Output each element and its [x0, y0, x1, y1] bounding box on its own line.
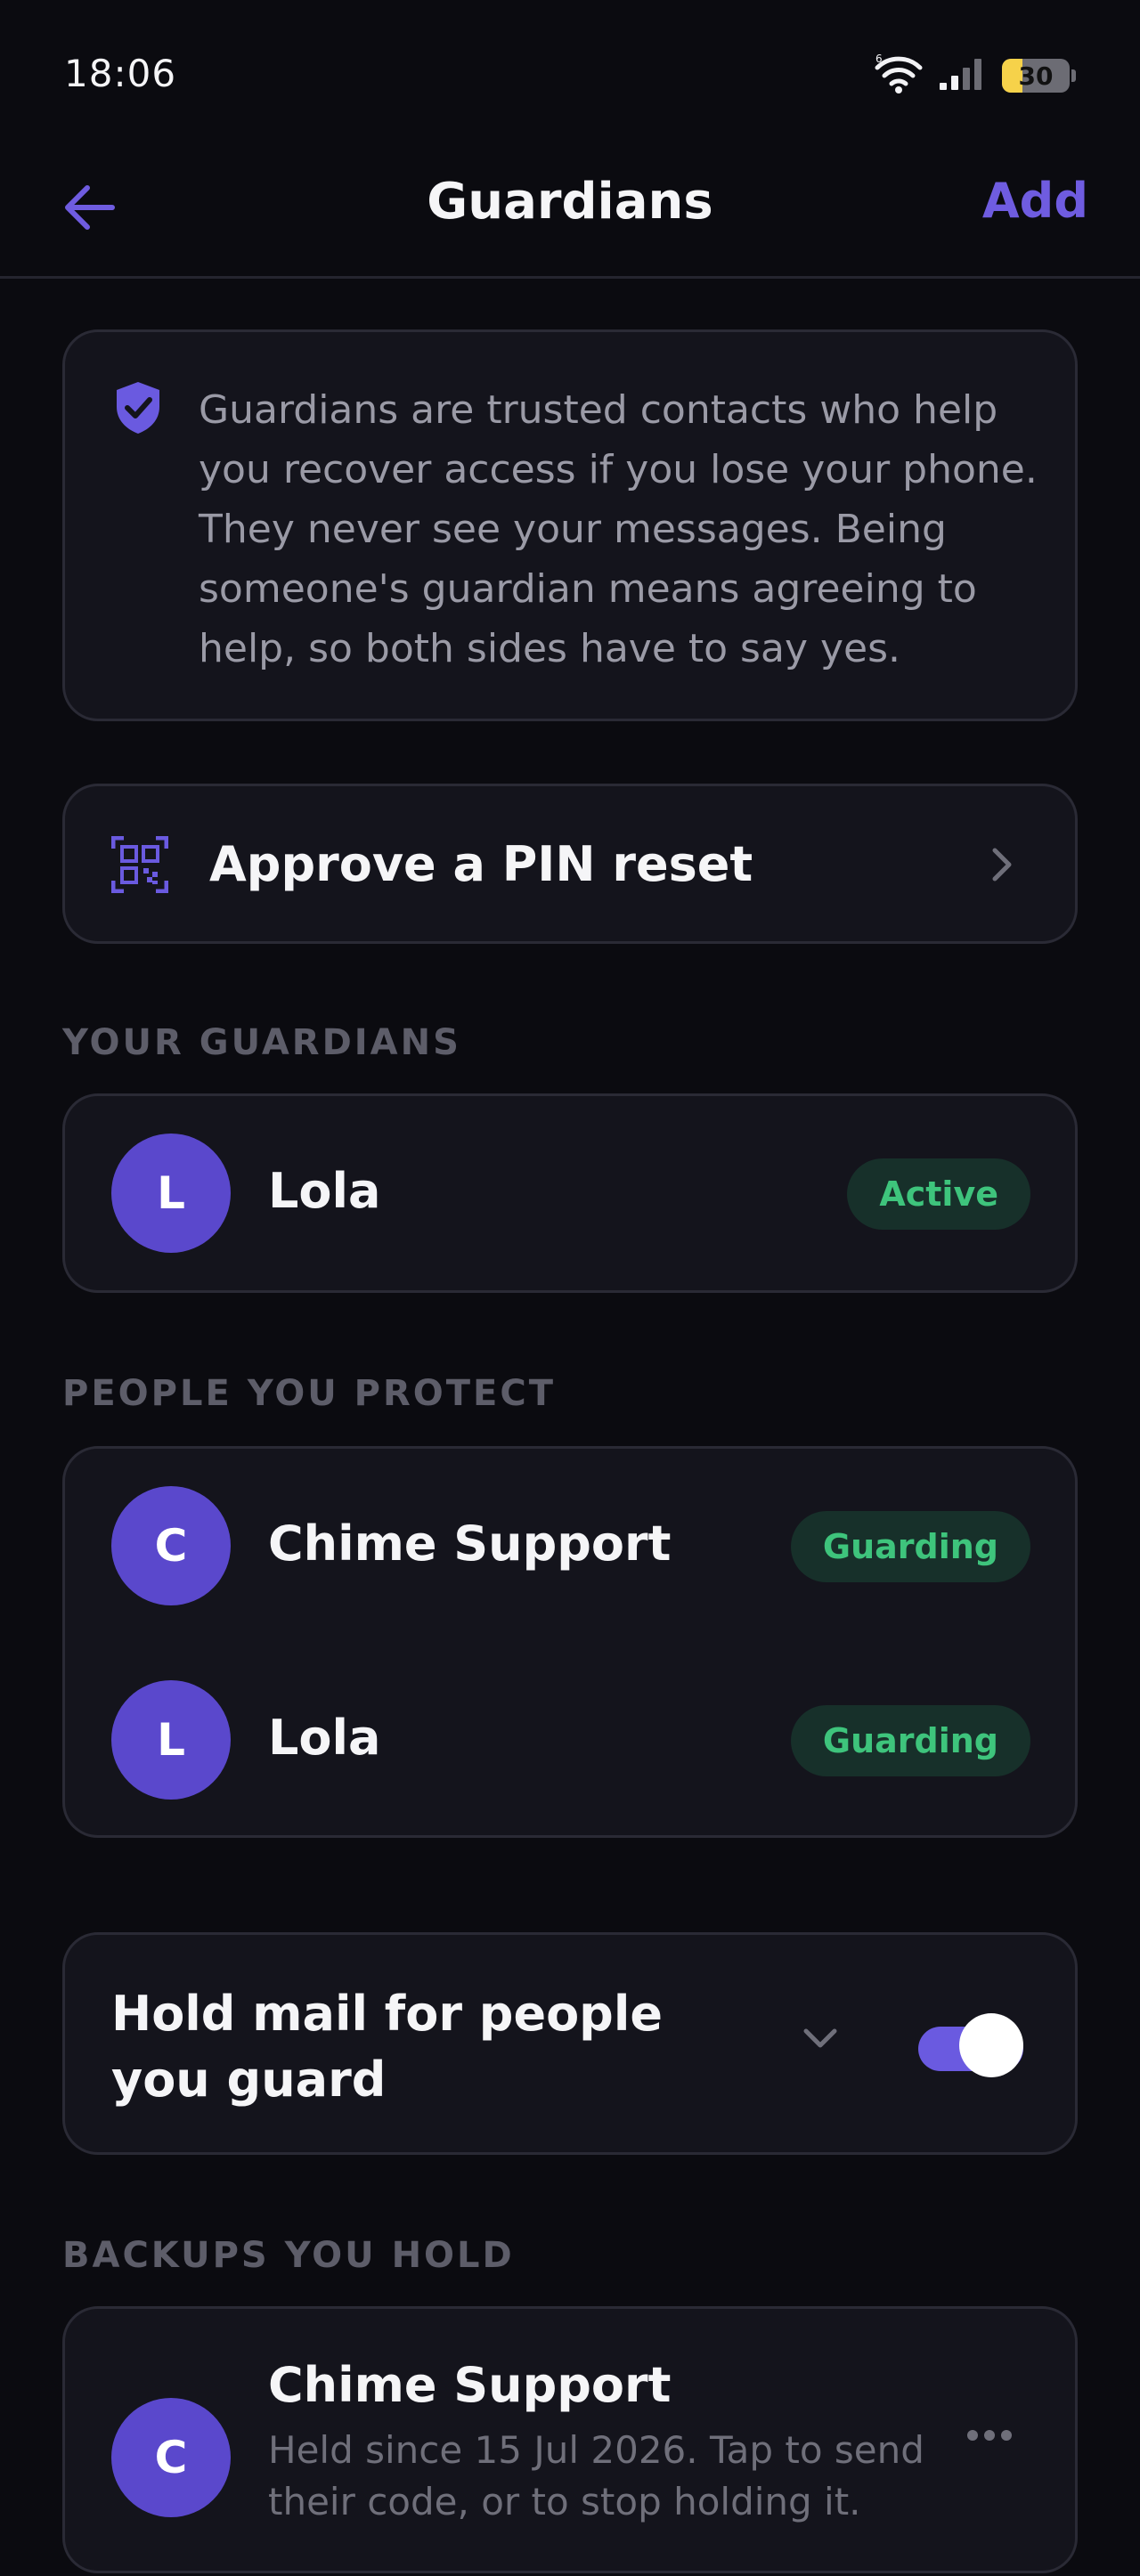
status-icons: 6 30: [874, 53, 1076, 98]
protected-person-row[interactable]: L Lola Guarding: [65, 1643, 1075, 1837]
backups-you-hold-heading: BACKUPS YOU HOLD: [62, 2235, 515, 2276]
hold-mail-toggle[interactable]: [918, 2013, 1023, 2079]
battery-icon: 30: [1002, 59, 1070, 93]
hold-mail-card: Hold mail for people you guard: [62, 1932, 1078, 2155]
backup-owner-name: Chime Support: [268, 2357, 672, 2413]
cellular-signal-icon: [938, 56, 988, 95]
toggle-knob: [959, 2013, 1023, 2077]
protected-person-name: Lola: [268, 1710, 381, 1766]
shield-check-icon: [113, 380, 163, 439]
status-badge: Guarding: [790, 1511, 1030, 1582]
more-options-button[interactable]: [954, 2414, 1025, 2458]
battery-level: 30: [1018, 61, 1054, 91]
more-horizontal-icon: [966, 2428, 1013, 2445]
status-badge: Active: [847, 1158, 1030, 1230]
qr-code-icon: [110, 835, 169, 897]
guardian-row[interactable]: L Lola Active: [65, 1096, 1075, 1290]
add-guardian-button[interactable]: Add: [982, 173, 1088, 229]
chevron-down-icon[interactable]: [801, 2026, 840, 2056]
avatar: L: [111, 1134, 231, 1253]
protected-person-row[interactable]: C Chime Support Guarding: [65, 1449, 1075, 1643]
battery-tip: [1071, 69, 1076, 82]
wifi-icon: 6: [874, 53, 924, 98]
app-header: Guardians Add: [0, 151, 1140, 279]
backups-you-hold-list: C Chime Support Held since 15 Jul 2026. …: [62, 2306, 1078, 2573]
chevron-right-icon: [989, 845, 1016, 888]
svg-text:6: 6: [875, 53, 883, 65]
people-you-protect-heading: PEOPLE YOU PROTECT: [62, 1373, 557, 1414]
info-text: Guardians are trusted contacts who help …: [199, 387, 1038, 671]
backup-row[interactable]: C Chime Support Held since 15 Jul 2026. …: [65, 2309, 1075, 2576]
guardian-name: Lola: [268, 1163, 381, 1219]
protected-person-name: Chime Support: [268, 1516, 672, 1572]
your-guardians-list: L Lola Active: [62, 1093, 1078, 1293]
approve-pin-reset-button[interactable]: Approve a PIN reset: [62, 784, 1078, 944]
avatar: L: [111, 1680, 231, 1800]
approve-pin-reset-label: Approve a PIN reset: [209, 836, 753, 892]
avatar: C: [111, 1486, 231, 1605]
status-badge: Guarding: [790, 1705, 1030, 1776]
hold-mail-label: Hold mail for people you guard: [111, 1986, 663, 2108]
backup-description: Held since 15 Jul 2026. Tap to send thei…: [268, 2428, 924, 2523]
info-card: Guardians are trusted contacts who help …: [62, 329, 1078, 721]
status-bar: 18:06 6 30: [0, 0, 1140, 151]
avatar: C: [111, 2398, 231, 2517]
page-title: Guardians: [427, 173, 713, 231]
your-guardians-heading: YOUR GUARDIANS: [62, 1022, 461, 1063]
status-time: 18:06: [64, 52, 177, 95]
people-you-protect-list: C Chime Support Guarding L Lola Guarding: [62, 1446, 1078, 1838]
